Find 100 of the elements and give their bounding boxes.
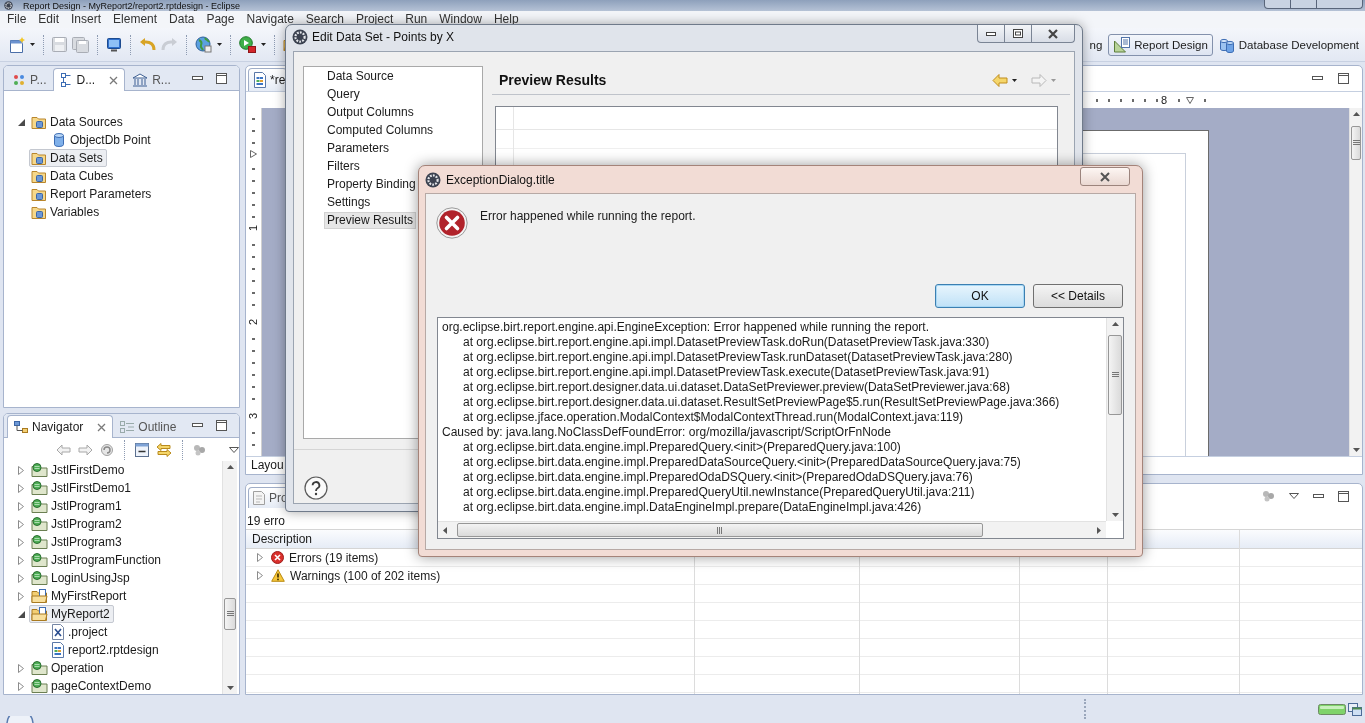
menu-item[interactable]: Element xyxy=(107,12,164,27)
monitor-icon[interactable] xyxy=(106,36,122,53)
caret-right-icon[interactable] xyxy=(18,465,24,475)
maximize-icon[interactable] xyxy=(216,420,227,431)
tab[interactable]: Layou xyxy=(249,457,286,473)
perspective-button[interactable]: Report Design xyxy=(1108,33,1213,56)
maximize-icon[interactable] xyxy=(216,73,227,84)
close-button[interactable] xyxy=(1317,0,1363,9)
menu-item[interactable]: Page xyxy=(200,12,241,27)
tree-item[interactable]: Data Cubes xyxy=(29,167,118,185)
tree-item[interactable]: report2.rptdesign xyxy=(49,641,163,659)
scroll-down-icon[interactable] xyxy=(1352,448,1360,452)
globe-icon[interactable] xyxy=(195,36,212,53)
circular-arrow-icon[interactable] xyxy=(100,442,114,457)
menu-item[interactable]: Help xyxy=(487,12,525,27)
scroll-up-icon[interactable] xyxy=(1352,112,1360,116)
tree-item[interactable]: JstlProgram1 xyxy=(29,497,126,515)
problem-group[interactable]: Errors (19 items) xyxy=(289,549,379,566)
tree-item[interactable]: JstlProgram2 xyxy=(29,515,126,533)
caret-right-icon[interactable] xyxy=(18,591,24,601)
minimize-icon[interactable] xyxy=(1313,493,1324,499)
scrollbar-thumb[interactable] xyxy=(224,598,236,630)
menu-item[interactable]: File xyxy=(1,12,33,27)
caret-right-icon[interactable] xyxy=(18,555,24,565)
scrollbar-thumb[interactable] xyxy=(1351,126,1361,160)
maximize-icon[interactable] xyxy=(1338,73,1349,84)
tree-item[interactable]: pageContextDemo xyxy=(29,677,156,694)
collapse-icon[interactable] xyxy=(135,442,149,457)
close-button[interactable] xyxy=(1032,25,1075,43)
caret-down-icon[interactable] xyxy=(30,43,35,46)
menu-item[interactable]: Window xyxy=(433,12,488,27)
menu-item[interactable]: Navigate xyxy=(240,12,300,27)
list-item[interactable]: Output Columns xyxy=(324,103,417,121)
menu-item[interactable]: Search xyxy=(299,12,350,27)
list-item[interactable]: Settings xyxy=(324,193,374,211)
problem-group[interactable]: Warnings (100 of 202 items) xyxy=(290,567,441,584)
tab[interactable]: Outline xyxy=(113,415,184,437)
perspective-button[interactable]: Database Development xyxy=(1216,33,1361,56)
caret-right-icon[interactable] xyxy=(18,537,24,547)
caret-down-icon[interactable] xyxy=(217,43,222,46)
close-button[interactable] xyxy=(1080,167,1130,186)
scrollbar-thumb[interactable] xyxy=(457,523,983,537)
run-icon[interactable] xyxy=(239,36,256,53)
tree-item[interactable]: JstlFirstDemo1 xyxy=(29,479,135,497)
tree-item[interactable]: .project xyxy=(49,623,112,641)
double-arrow-icon[interactable] xyxy=(156,442,172,457)
scroll-down-icon[interactable] xyxy=(1111,513,1119,517)
caret-down-icon[interactable] xyxy=(17,118,25,126)
tree-item[interactable]: Data Sets xyxy=(29,149,107,167)
caret-right-icon[interactable] xyxy=(18,483,24,493)
close-icon[interactable] xyxy=(97,422,107,432)
scroll-right-icon[interactable] xyxy=(1097,527,1101,534)
scrollbar-thumb[interactable] xyxy=(1108,335,1122,415)
tab[interactable]: R... xyxy=(125,68,178,90)
caret-down-icon[interactable] xyxy=(261,43,266,46)
minimize-icon[interactable] xyxy=(192,423,203,428)
menu-item[interactable]: Insert xyxy=(65,12,108,27)
view-menu-icon[interactable] xyxy=(1289,493,1299,499)
maximize-icon[interactable] xyxy=(1338,490,1349,502)
tree-item[interactable]: MyReport2 xyxy=(29,605,114,623)
tree-item[interactable]: JstlFirstDemo xyxy=(29,461,129,479)
caret-right-icon[interactable] xyxy=(18,681,24,691)
list-item[interactable]: Data Source xyxy=(324,67,397,85)
column-header[interactable]: Description xyxy=(252,531,313,547)
tab[interactable]: *re xyxy=(248,68,288,91)
scroll-up-icon[interactable] xyxy=(1111,322,1119,326)
menu-item[interactable]: Project xyxy=(349,12,400,27)
scroll-left-icon[interactable] xyxy=(443,527,447,534)
save-all-icon[interactable] xyxy=(72,36,89,53)
caret-right-icon[interactable] xyxy=(18,501,24,511)
list-item[interactable]: Query xyxy=(324,85,363,103)
new-file-icon[interactable] xyxy=(9,36,25,53)
save-icon[interactable] xyxy=(52,37,67,52)
minimize-button[interactable] xyxy=(977,25,1005,43)
caret-right-icon[interactable] xyxy=(257,553,263,562)
menu-item[interactable]: Data xyxy=(163,12,201,27)
tree-item[interactable]: LoginUsingJsp xyxy=(29,569,134,587)
tab[interactable]: P... xyxy=(5,68,54,90)
caret-down-icon[interactable] xyxy=(17,610,25,618)
list-item[interactable]: Parameters xyxy=(324,139,393,157)
details-button[interactable]: << Details xyxy=(1033,284,1123,308)
tree-item[interactable]: JstlProgram3 xyxy=(29,533,126,551)
scroll-up-icon[interactable] xyxy=(226,465,234,469)
ok-button[interactable]: OK xyxy=(935,284,1025,308)
tab[interactable]: Navigator xyxy=(7,415,114,438)
menu-item[interactable]: Edit xyxy=(32,12,66,27)
caret-down-icon[interactable] xyxy=(1012,78,1017,82)
list-item[interactable]: Property Binding xyxy=(324,175,419,193)
tree-item[interactable]: Operation xyxy=(29,659,108,677)
left-arrow-icon[interactable] xyxy=(56,443,71,456)
list-item[interactable]: Preview Results xyxy=(324,211,417,229)
list-item[interactable]: Computed Columns xyxy=(324,121,437,139)
minimize-icon[interactable] xyxy=(1312,76,1323,81)
tree-item[interactable]: ObjectDb Point xyxy=(49,131,155,149)
tree-item[interactable]: Data Sources xyxy=(29,113,127,131)
tree-item[interactable]: Variables xyxy=(29,203,104,221)
caret-right-icon[interactable] xyxy=(18,519,24,529)
menu-item[interactable]: Run xyxy=(399,12,434,27)
close-icon[interactable] xyxy=(109,75,119,85)
scroll-down-icon[interactable] xyxy=(226,686,234,690)
